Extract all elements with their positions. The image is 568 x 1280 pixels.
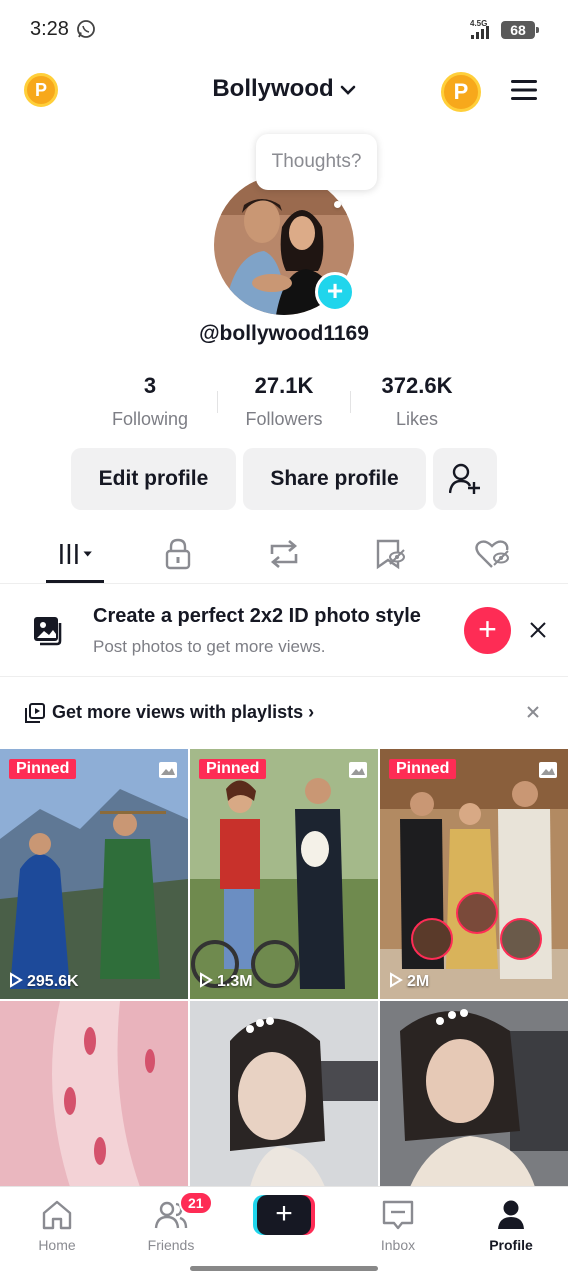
battery-icon: 68 — [501, 21, 539, 39]
play-icon — [200, 972, 213, 988]
nav-inbox-label: Inbox — [380, 1237, 416, 1253]
nav-profile[interactable]: Profile — [461, 1197, 561, 1253]
whatsapp-icon — [77, 20, 95, 38]
thumbnail-image — [380, 1001, 568, 1187]
close-icon[interactable] — [528, 620, 548, 640]
view-count: 2M — [389, 972, 429, 991]
edit-profile-button[interactable]: Edit profile — [71, 448, 236, 510]
video-thumbnail[interactable]: Pinned 295.6K — [0, 749, 188, 999]
playlist-icon — [25, 703, 45, 723]
stat-following[interactable]: 3 Following — [80, 373, 220, 430]
tab-private-lock-icon[interactable] — [158, 538, 198, 570]
play-icon — [390, 972, 403, 988]
friends-badge: 21 — [179, 1191, 213, 1215]
tab-videos-grid-icon[interactable] — [56, 538, 96, 570]
video-thumbnail[interactable] — [380, 1001, 568, 1187]
tab-liked-icon[interactable] — [474, 538, 514, 570]
chevron-right-icon: › — [303, 702, 315, 722]
profile-header: P Bollywood P — [0, 60, 568, 120]
close-icon[interactable] — [526, 705, 540, 719]
promo-title: Create a perfect 2x2 ID photo style — [93, 605, 421, 627]
photo-icon — [539, 762, 557, 778]
thumbnail-image — [380, 749, 568, 999]
video-thumbnail[interactable] — [190, 1001, 378, 1187]
home-indicator — [190, 1266, 378, 1271]
active-tab-indicator — [46, 580, 104, 583]
pinned-badge: Pinned — [199, 759, 267, 779]
nav-profile-label: Profile — [489, 1237, 533, 1253]
content-tabs — [0, 520, 568, 584]
pinned-badge: Pinned — [9, 759, 77, 779]
thoughts-bubble-tail — [334, 201, 341, 208]
photo-template-icon — [34, 617, 62, 646]
view-count-value: 295.6K — [27, 973, 79, 990]
id-photo-promo-banner: Create a perfect 2x2 ID photo style Post… — [0, 585, 568, 677]
view-count: 295.6K — [9, 972, 79, 991]
status-time: 3:28 — [30, 18, 69, 40]
following-label: Following — [111, 409, 189, 429]
video-thumbnail[interactable]: Pinned 1.3M — [190, 749, 378, 999]
stat-followers[interactable]: 27.1K Followers — [214, 373, 354, 430]
tab-favorites-icon[interactable] — [370, 538, 410, 570]
followers-label: Followers — [245, 409, 323, 429]
tab-reposts-icon[interactable] — [264, 538, 304, 570]
thumbnail-image — [190, 749, 378, 999]
account-switcher[interactable]: Bollywood — [0, 75, 568, 103]
playlist-suggestion[interactable]: Get more views with playlists › — [0, 690, 568, 736]
play-icon — [10, 972, 23, 988]
account-name: Bollywood — [212, 75, 334, 102]
video-thumbnail[interactable]: Pinned 2M — [380, 749, 568, 999]
playlist-text-label: Get more views with playlists — [52, 702, 304, 722]
nav-home[interactable]: Home — [7, 1197, 107, 1253]
likes-label: Likes — [395, 409, 439, 429]
likes-count: 372.6K — [381, 373, 453, 398]
pinned-badge: Pinned — [389, 759, 457, 779]
share-profile-button[interactable]: Share profile — [243, 448, 426, 510]
home-icon — [42, 1200, 72, 1230]
photo-icon — [159, 762, 177, 778]
profile-stats: 3 Following 27.1K Followers 372.6K Likes — [0, 373, 568, 433]
thumbnail-image — [0, 1001, 188, 1187]
username: @bollywood1169 — [199, 322, 369, 345]
create-button[interactable]: + — [253, 1195, 315, 1235]
followers-count: 27.1K — [254, 373, 314, 398]
promo-coins-icon[interactable]: P — [441, 72, 481, 112]
plus-icon: + — [257, 1195, 311, 1235]
view-count-value: 2M — [407, 973, 430, 990]
nav-friends-label: Friends — [147, 1237, 195, 1253]
nav-home-label: Home — [38, 1237, 76, 1253]
chevron-down-icon — [340, 85, 355, 95]
nav-friends[interactable]: 21 Friends — [121, 1191, 221, 1253]
create-photo-button[interactable]: + — [464, 607, 511, 654]
promo-subtitle: Post photos to get more views. — [93, 637, 326, 656]
stat-likes[interactable]: 372.6K Likes — [347, 373, 487, 430]
view-count: 1.3M — [199, 972, 253, 991]
add-user-icon — [449, 463, 480, 494]
following-count: 3 — [143, 373, 157, 398]
playlist-suggestion-text: Get more views with playlists › — [52, 702, 314, 723]
thoughts-bubble[interactable]: Thoughts? — [256, 134, 377, 190]
nav-inbox[interactable]: Inbox — [348, 1197, 448, 1253]
view-count-value: 1.3M — [217, 973, 253, 990]
thumbnail-image — [190, 1001, 378, 1187]
menu-icon[interactable] — [510, 78, 538, 102]
add-friends-button[interactable] — [433, 448, 497, 510]
video-thumbnail[interactable] — [0, 1001, 188, 1187]
add-story-button[interactable]: + — [315, 272, 355, 312]
inbox-icon — [382, 1200, 414, 1230]
signal-icon — [471, 26, 489, 39]
status-bar: 3:28 4.5G 68 — [0, 0, 568, 60]
profile-icon — [498, 1200, 524, 1229]
thumbnail-image — [0, 749, 188, 999]
photo-icon — [349, 762, 367, 778]
